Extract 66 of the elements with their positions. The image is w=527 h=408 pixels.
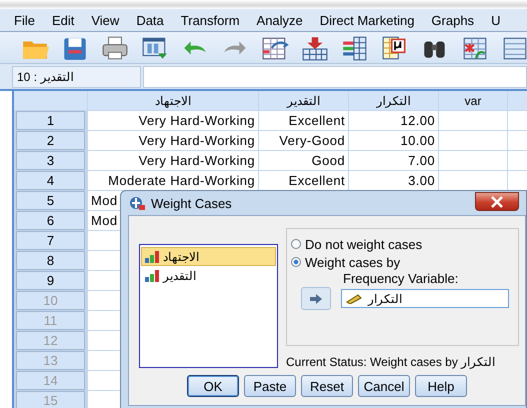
table-cell: 10.00: [349, 131, 438, 150]
table-cell: Moderate Hard-Working: [88, 171, 258, 190]
row-header[interactable]: 4: [16, 171, 85, 190]
row-header[interactable]: 7: [16, 231, 85, 250]
table-cell: [439, 171, 507, 190]
table-cell: 7.00: [349, 151, 438, 170]
arrow-icon: [309, 294, 323, 304]
column-header[interactable]: التكرار: [349, 91, 438, 110]
row-header[interactable]: 5: [16, 191, 85, 210]
table-cell: 3.00: [349, 171, 438, 190]
menu-item[interactable]: Graphs: [431, 12, 474, 28]
dialog-button[interactable]: OK: [187, 375, 239, 397]
menu-item[interactable]: File: [14, 12, 35, 28]
table-cell: [439, 151, 507, 170]
table-cell: Excellent: [259, 171, 348, 190]
table-cell: [439, 131, 507, 150]
dialog-button[interactable]: Reset: [301, 375, 353, 397]
menu-item[interactable]: Direct Marketing: [320, 12, 414, 28]
ruler-icon: [346, 294, 362, 304]
variable-item[interactable]: الاجتهاد: [141, 247, 276, 266]
column-header[interactable]: الاجتهاد: [88, 91, 258, 110]
dialog-title: Weight Cases: [151, 196, 232, 210]
variable-list[interactable]: الاجتهاد التقدير: [139, 244, 278, 368]
column-header[interactable]: التقدير: [259, 91, 348, 110]
menu-item[interactable]: U: [491, 12, 500, 28]
row-header[interactable]: 6: [16, 211, 85, 230]
menu-item[interactable]: View: [91, 12, 120, 28]
row-header[interactable]: 1: [16, 111, 85, 130]
row-header[interactable]: 9: [16, 271, 85, 290]
frequency-label: Frequency Variable:: [343, 271, 458, 286]
frequency-variable-field[interactable]: التكرار: [341, 289, 509, 308]
table-cell: Very Hard-Working: [88, 151, 258, 170]
move-button[interactable]: [301, 287, 331, 310]
cell-reference: التقدير : 10: [12, 66, 141, 88]
row-header[interactable]: 2: [16, 131, 85, 150]
close-button[interactable]: [475, 192, 519, 211]
row-header[interactable]: 8: [16, 251, 85, 270]
menu-item[interactable]: Edit: [52, 12, 74, 28]
cell-editor-field[interactable]: [143, 66, 527, 88]
insert-row-icon[interactable]: [300, 34, 330, 60]
close-icon: [490, 196, 504, 208]
radio-button[interactable]: [291, 257, 301, 267]
table-cell: Good: [259, 151, 348, 170]
radio-button[interactable]: [291, 239, 301, 249]
bar-chart-icon: [145, 250, 159, 262]
menu-item[interactable]: Data: [136, 12, 164, 28]
printer-icon[interactable]: [100, 34, 130, 60]
bar-chart-icon: [145, 270, 159, 282]
dialog-button[interactable]: Paste: [244, 375, 296, 397]
dialog-button[interactable]: Help: [415, 375, 467, 397]
menu-item[interactable]: Transform: [180, 12, 240, 28]
table-cell: [439, 111, 507, 130]
column-header[interactable]: var: [439, 91, 507, 110]
radio-label[interactable]: Weight cases by: [305, 254, 400, 270]
dialog-button[interactable]: Cancel: [358, 375, 410, 397]
table-cell: Excellent: [259, 111, 348, 130]
radio-label[interactable]: Do not weight cases: [305, 236, 422, 252]
table-cell: Very Hard-Working: [88, 131, 258, 150]
table-cell: 12.00: [349, 111, 438, 130]
variable-item[interactable]: التقدير: [141, 266, 276, 285]
menu-item[interactable]: Analyze: [256, 12, 303, 28]
table-cell: Very Hard-Working: [88, 111, 258, 130]
scale-icon: [129, 195, 145, 211]
table-cell: Very-Good: [259, 131, 348, 150]
row-header[interactable]: 3: [16, 151, 85, 170]
status-text: Current Status: Weight cases by التكرار: [286, 355, 496, 369]
